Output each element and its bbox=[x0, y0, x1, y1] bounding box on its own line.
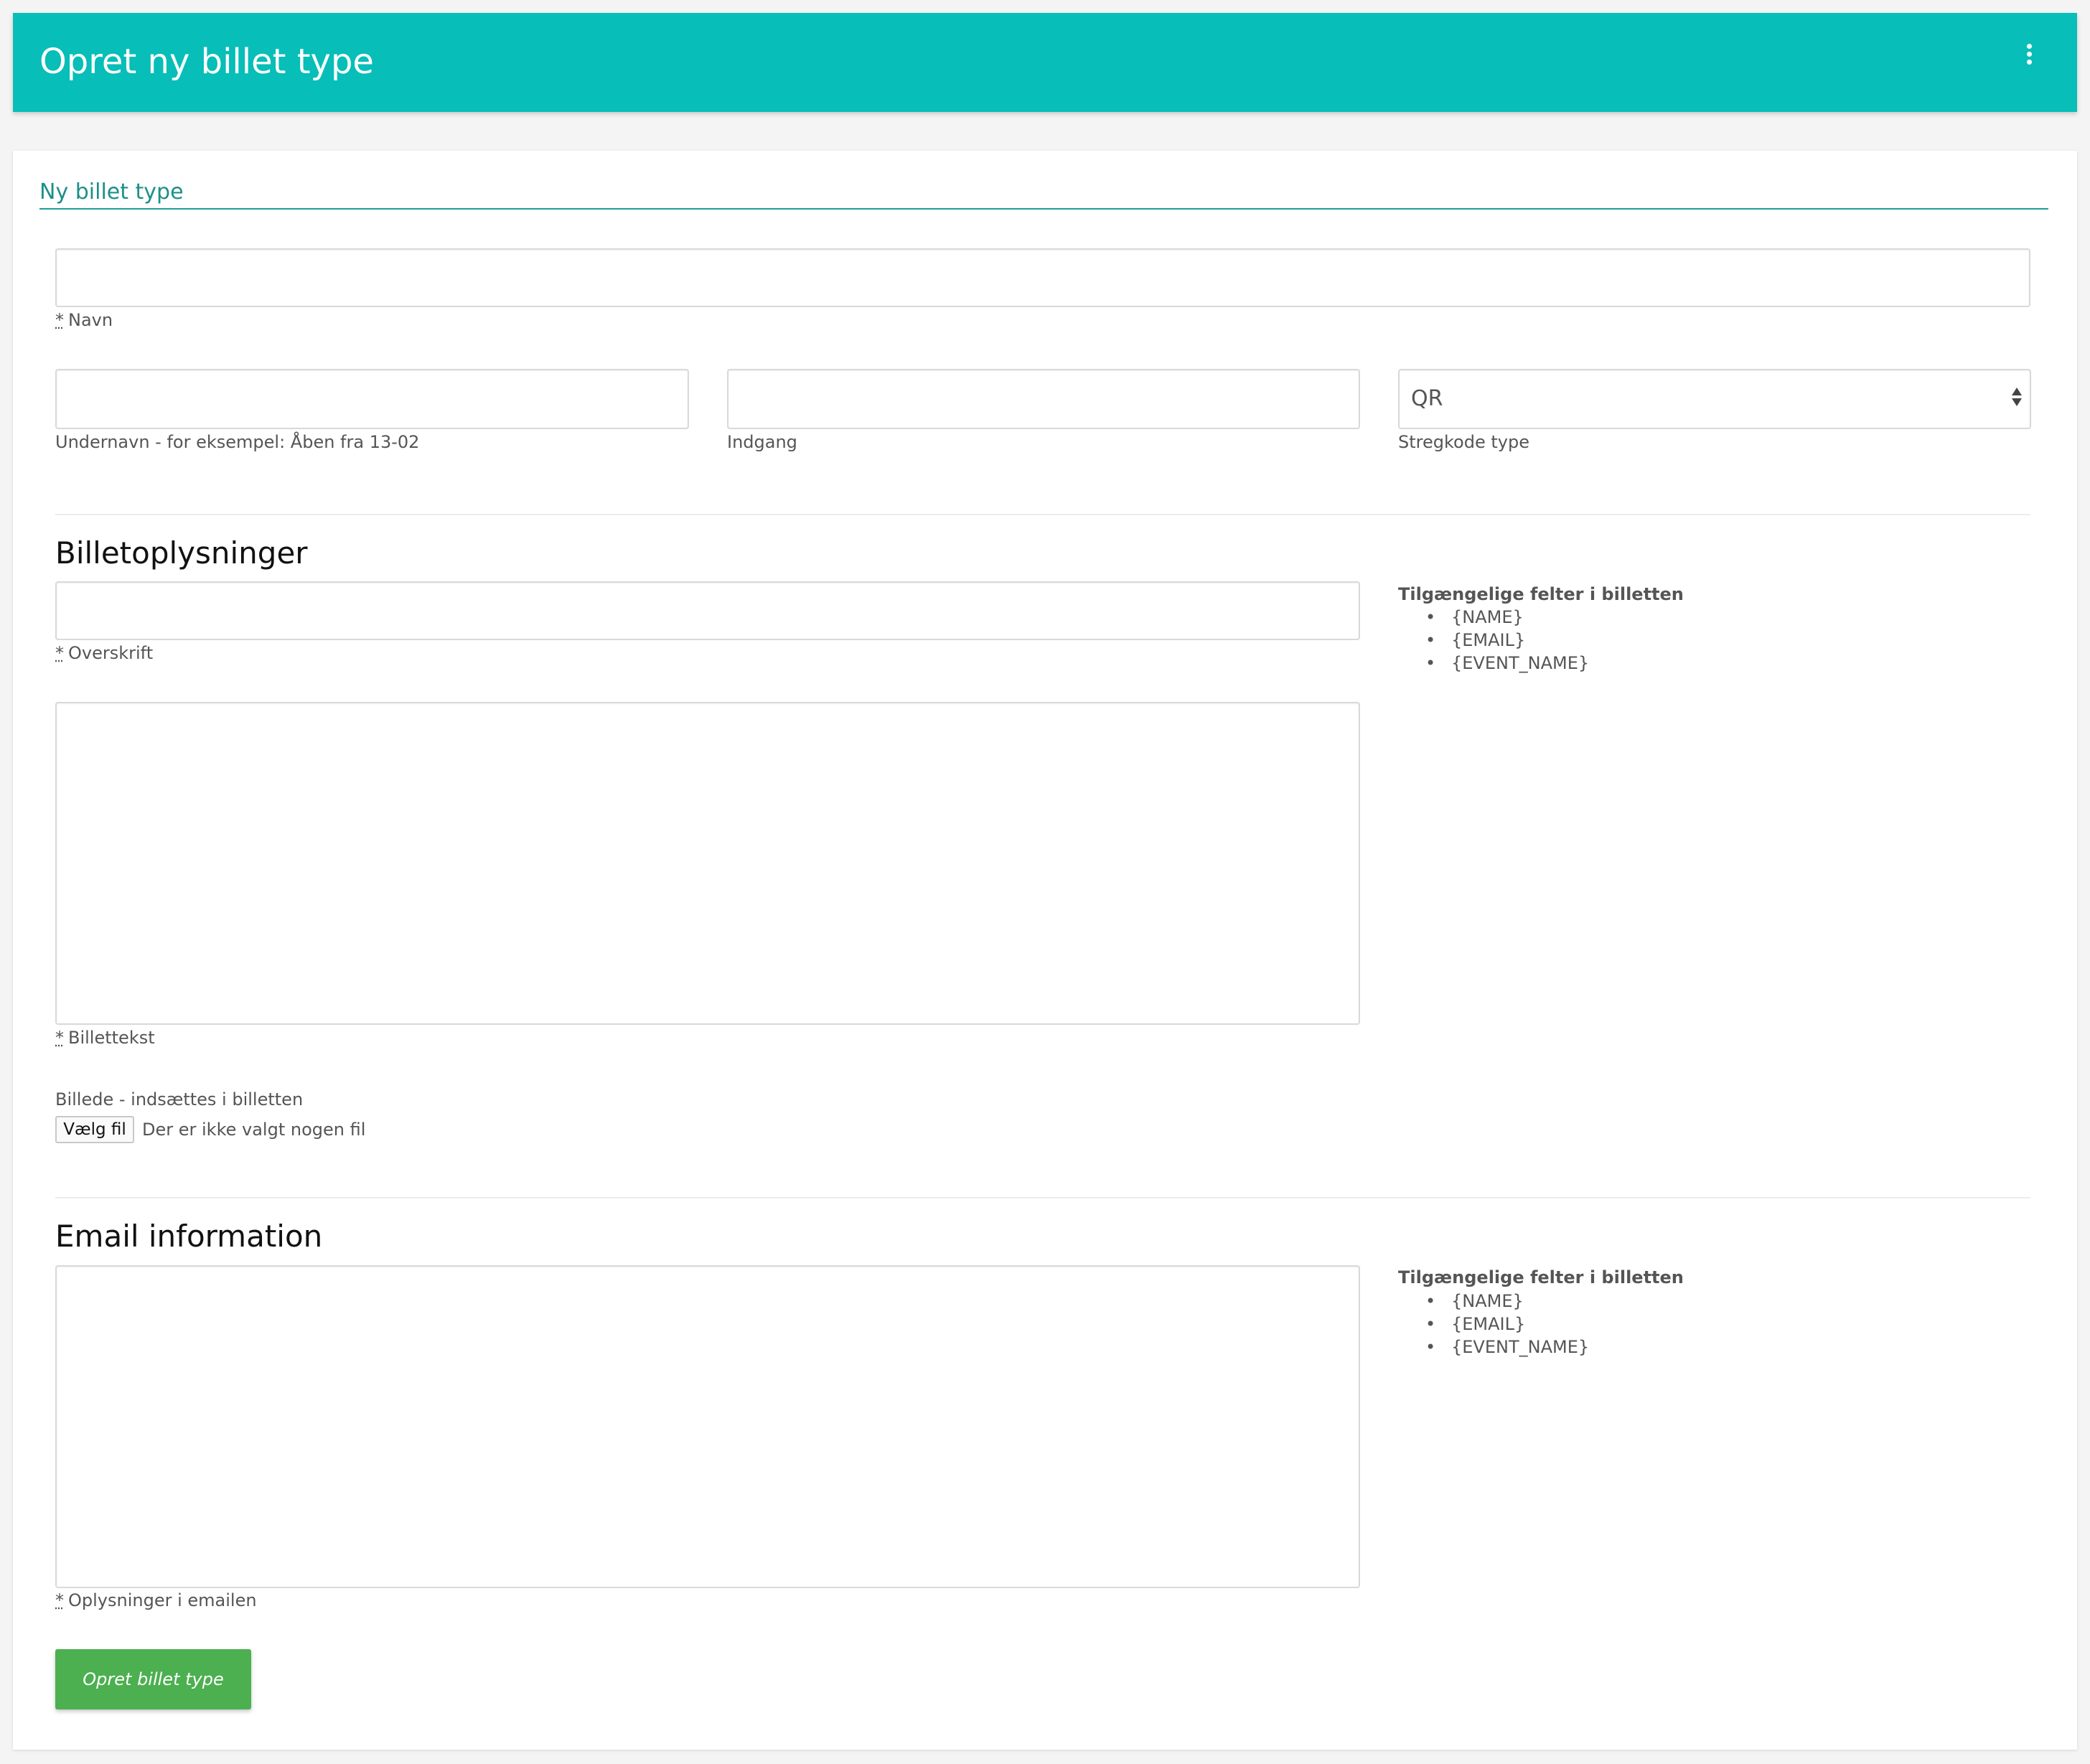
field-item: {NAME} bbox=[1421, 1290, 1589, 1313]
file-status-text: Der er ikke valgt nogen fil bbox=[142, 1120, 366, 1140]
entrance-input[interactable] bbox=[727, 369, 1360, 429]
name-label-text: Navn bbox=[68, 310, 113, 330]
form-title: Ny billet type bbox=[39, 179, 184, 205]
headline-label: * Overskrift bbox=[55, 643, 153, 663]
field-item: {EMAIL} bbox=[1421, 629, 1589, 652]
field-item: {NAME} bbox=[1421, 606, 1589, 629]
page-title: Opret ny billet type bbox=[39, 42, 374, 82]
subname-input[interactable] bbox=[55, 369, 689, 429]
app-header: Opret ny billet type bbox=[13, 13, 2077, 112]
email-body-label: * Oplysninger i emailen bbox=[55, 1590, 257, 1610]
entrance-label: Indgang bbox=[727, 432, 797, 452]
required-marker: * bbox=[55, 1590, 64, 1610]
image-upload-label: Billede - indsættes i billetten bbox=[55, 1089, 304, 1109]
barcode-type-value: QR bbox=[1411, 386, 1443, 411]
headline-input[interactable] bbox=[55, 581, 1360, 640]
section-divider bbox=[55, 1197, 2030, 1198]
ticket-text-label-text: Billettekst bbox=[68, 1028, 155, 1048]
ticket-fields-title: Tilgængelige felter i billetten bbox=[1398, 584, 1684, 604]
required-marker: * bbox=[55, 310, 64, 330]
subname-label: Undernavn - for eksempel: Åben fra 13-02 bbox=[55, 432, 420, 452]
name-input[interactable] bbox=[55, 248, 2030, 307]
email-info-heading: Email information bbox=[55, 1219, 323, 1254]
headline-label-text: Overskrift bbox=[68, 643, 154, 663]
field-item: {EVENT_NAME} bbox=[1421, 652, 1589, 675]
required-marker: * bbox=[55, 1028, 64, 1048]
ticket-fields-list: {NAME} {EMAIL} {EVENT_NAME} bbox=[1421, 606, 1589, 675]
create-ticket-type-button[interactable]: Opret billet type bbox=[55, 1649, 251, 1709]
ticket-text-label: * Billettekst bbox=[55, 1028, 155, 1048]
email-body-label-text: Oplysninger i emailen bbox=[68, 1590, 257, 1610]
name-label: * Navn bbox=[55, 310, 113, 330]
more-vertical-icon[interactable] bbox=[2019, 42, 2039, 70]
ticket-text-textarea[interactable] bbox=[55, 702, 1360, 1025]
field-item: {EVENT_NAME} bbox=[1421, 1336, 1589, 1359]
field-item: {EMAIL} bbox=[1421, 1313, 1589, 1336]
barcode-type-label: Stregkode type bbox=[1398, 432, 1529, 452]
email-body-textarea[interactable] bbox=[55, 1265, 1360, 1588]
ticket-info-heading: Billetoplysninger bbox=[55, 535, 308, 571]
select-arrows-icon bbox=[2011, 388, 2023, 409]
email-fields-list: {NAME} {EMAIL} {EVENT_NAME} bbox=[1421, 1290, 1589, 1359]
email-fields-title: Tilgængelige felter i billetten bbox=[1398, 1267, 1684, 1287]
choose-file-button[interactable]: Vælg fil bbox=[55, 1116, 134, 1143]
section-divider bbox=[55, 514, 2030, 515]
barcode-type-select[interactable]: QR bbox=[1398, 369, 2031, 429]
required-marker: * bbox=[55, 643, 64, 663]
form-title-underline bbox=[39, 208, 2048, 210]
